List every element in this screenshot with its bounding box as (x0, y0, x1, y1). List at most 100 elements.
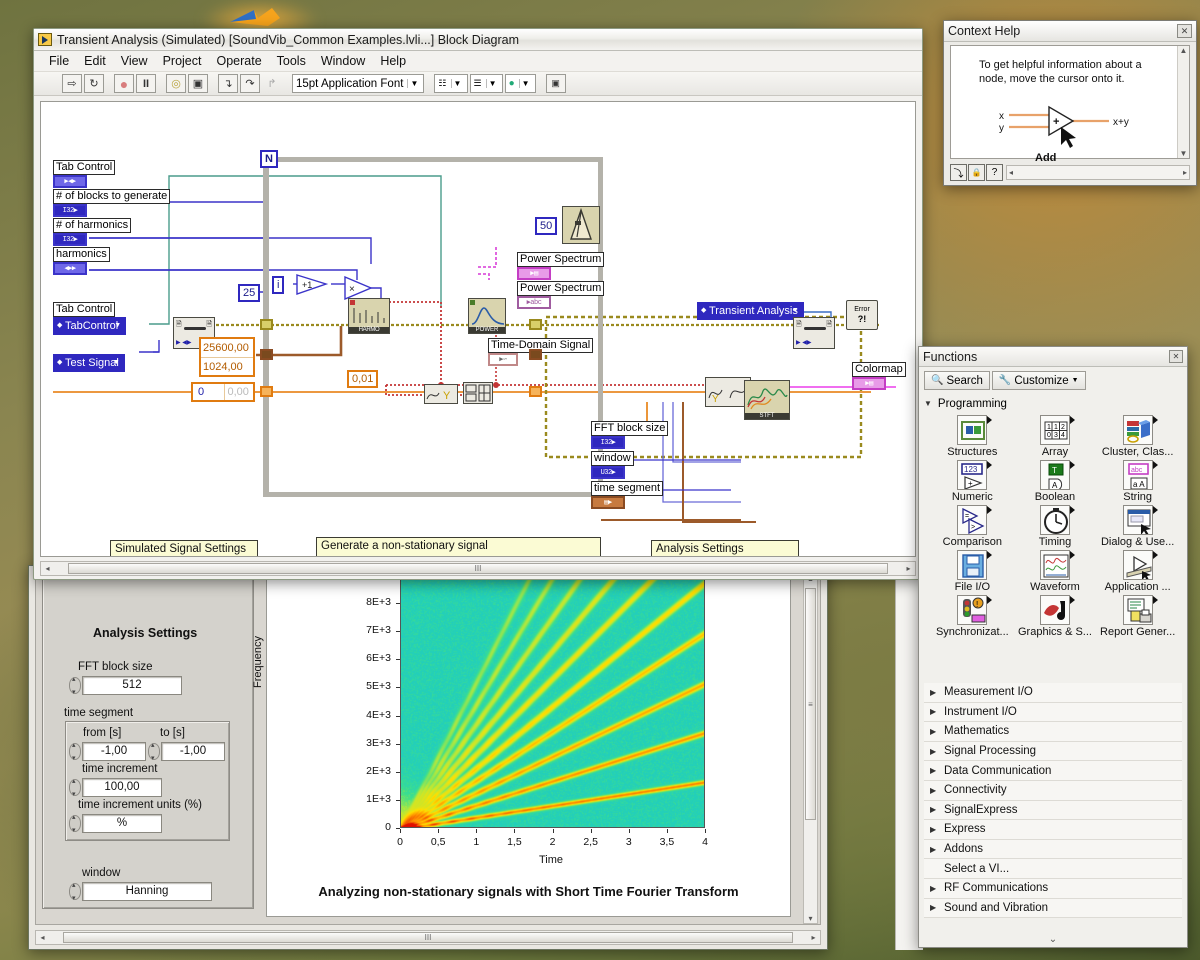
terminal-time-segment[interactable]: ▤▶ (591, 496, 625, 509)
from-seconds-field[interactable]: -1,00 (82, 742, 146, 761)
expand-triangle-icon[interactable]: ▶ (930, 747, 937, 756)
constant-zero-dbl[interactable]: 0,00 (223, 384, 254, 400)
expand-triangle-icon[interactable]: ▶ (930, 688, 937, 697)
power-spectrum-node[interactable]: POWER (468, 298, 506, 334)
scrollbar-thumb[interactable]: ≡ (805, 588, 816, 820)
palette-item-waveform[interactable]: Waveform (1014, 550, 1097, 593)
palette-item-file-i-o[interactable]: File I/O (931, 550, 1014, 593)
terminal-num-harmonics[interactable]: I32▶ (53, 233, 87, 246)
functions-palette-window[interactable]: Functions ✕ 🔍 Search 🔧 Customize ▼ ▼ Pro… (918, 346, 1188, 948)
block-diagram-horizontal-scrollbar[interactable]: ◂ III ▸ (40, 561, 916, 576)
context-help-footer[interactable]: ⤵ 🔒 ? ◂ ▸ (950, 163, 1190, 181)
ch-scroll-up-arrow[interactable]: ▲ (1178, 46, 1189, 55)
functions-palette-titlebar[interactable]: Functions ✕ (919, 347, 1187, 367)
block-diagram-titlebar[interactable]: Transient Analysis (Simulated) [SoundVib… (34, 29, 922, 51)
multiply-node[interactable]: × (344, 275, 374, 301)
comment-generate-nonstationary[interactable]: Generate a non-stationary signal (316, 537, 601, 556)
palette-category-select-a-vi[interactable]: Select a VI... (924, 859, 1182, 879)
loop-tunnel-cluster-right[interactable] (529, 349, 542, 360)
expand-triangle-icon[interactable]: ▶ (930, 707, 937, 716)
retain-wire-values-button[interactable]: ▣ (188, 74, 208, 93)
transient-analysis-ring[interactable]: Transient Analysis (697, 302, 804, 320)
palette-category-data-communication[interactable]: ▶ Data Communication (924, 761, 1182, 781)
palette-item-numeric[interactable]: 123 + Numeric (931, 460, 1014, 503)
time-increment-field[interactable]: 100,00 (82, 778, 162, 797)
tool-bar[interactable]: ⇨ ↻ ● II ◎ ▣ ↴ ↷ ↱ 15pt Application Font… (34, 72, 922, 96)
palette-item-synchronizat[interactable]: ! Synchronizat... (931, 595, 1014, 638)
time-increment-units-spinner[interactable] (69, 813, 81, 834)
menu-help[interactable]: Help (373, 52, 413, 70)
functions-palette-category-list[interactable]: ▶ Measurement I/O ▶ Instrument I/O ▶ Mathemat… (924, 683, 1182, 919)
loop-tunnel-orange-right[interactable] (529, 386, 542, 397)
increment-node[interactable]: +1 (296, 274, 330, 295)
wait-metronome-node[interactable] (562, 206, 600, 244)
loop-tunnel-dynamic-right[interactable] (529, 319, 542, 330)
expand-palette-chevron-icon[interactable]: ⌄ (919, 934, 1187, 945)
plot-area[interactable] (400, 575, 705, 828)
highlight-execution-button[interactable]: ◎ (166, 74, 186, 93)
menu-bar[interactable]: File Edit View Project Operate Tools Win… (34, 51, 922, 72)
loop-tunnel-cluster-left[interactable] (260, 349, 273, 360)
expand-triangle-icon[interactable]: ▶ (930, 884, 937, 893)
window-spinner[interactable] (69, 881, 81, 902)
fft-block-size-spinner[interactable] (69, 675, 81, 696)
fp-scroll-left-arrow[interactable]: ◂ (36, 933, 49, 942)
front-panel-vertical-scrollbar[interactable]: ▴ ≡ ▾ (803, 573, 818, 924)
palette-item-dialog-use[interactable]: Dialog & Use... (1096, 505, 1179, 548)
chevron-down-icon[interactable]: ▼ (1072, 377, 1079, 384)
clean-up-diagram-button[interactable]: ▣ (545, 74, 566, 93)
constant-zero-int[interactable]: 0 (193, 384, 224, 400)
close-icon[interactable]: ✕ (1177, 24, 1192, 38)
context-help-horizontal-scrollbar[interactable]: ◂ ▸ (1006, 164, 1190, 180)
comment-simulated-signal-settings[interactable]: Simulated Signal Settings (110, 540, 258, 556)
palette-category-express[interactable]: ▶ Express (924, 820, 1182, 840)
palette-item-string[interactable]: abc a A String (1096, 460, 1179, 503)
terminal-window[interactable]: U32▶ (591, 466, 625, 479)
tab-control-reference[interactable]: TabControl (53, 317, 127, 335)
functions-palette-tabs[interactable]: 🔍 Search 🔧 Customize ▼ (924, 371, 1182, 391)
build-array-node[interactable] (463, 382, 493, 404)
fft-block-size-field[interactable]: 512 (82, 676, 182, 695)
spectrogram-graph[interactable]: Frequency 0 1E+3 2E+3 3E+3 4E+3 5E+3 6E+3 7E+3 8… (252, 573, 791, 917)
block-diagram-window[interactable]: Transient Analysis (Simulated) [SoundVib… (33, 28, 923, 580)
palette-item-boolean[interactable]: T A Boolean (1014, 460, 1097, 503)
menu-operate[interactable]: Operate (209, 52, 268, 70)
functions-palette-grid[interactable]: Structures 1 1 2 0 3 4 Array Cluster, Clas... 123… (931, 415, 1179, 638)
menu-edit[interactable]: Edit (77, 52, 113, 70)
align-chevron-icon[interactable]: ▼ (450, 79, 464, 88)
block-diagram-canvas[interactable]: Tab Control ▶◀▶ # of blocks to generate … (40, 101, 916, 557)
search-tab[interactable]: 🔍 Search (924, 371, 990, 390)
expand-triangle-icon[interactable]: ▶ (930, 805, 937, 814)
distribute-chevron-icon[interactable]: ▼ (485, 79, 499, 88)
palette-category-rf-communications[interactable]: ▶ RF Communications (924, 878, 1182, 899)
programming-section-header[interactable]: ▼ Programming (924, 395, 1182, 412)
bd-scroll-thumb[interactable]: III (68, 563, 888, 574)
menu-project[interactable]: Project (156, 52, 209, 70)
ch-scroll-down-arrow[interactable]: ▼ (1178, 149, 1189, 158)
comment-analysis-settings[interactable]: Analysis Settings (651, 540, 799, 556)
time-increment-units-field[interactable]: % (82, 814, 162, 833)
expand-triangle-icon[interactable]: ▶ (930, 825, 937, 834)
error-handler-node[interactable]: Error ?! (846, 300, 878, 330)
palette-category-mathematics[interactable]: ▶ Mathematics (924, 722, 1182, 742)
palette-item-array[interactable]: 1 1 2 0 3 4 Array (1014, 415, 1097, 458)
reorder-chevron-icon[interactable]: ▼ (518, 79, 532, 88)
terminal-tab-control-1[interactable]: ▶◀▶ (53, 175, 87, 188)
menu-window[interactable]: Window (314, 52, 372, 70)
ch-hscroll-left-arrow[interactable]: ◂ (1009, 168, 1013, 177)
harmonic-generator-node[interactable]: HARMO (348, 298, 390, 334)
palette-item-timing[interactable]: Timing (1014, 505, 1097, 548)
terminal-fft-block-size[interactable]: I32▶ (591, 436, 625, 449)
align-objects-button[interactable]: ☷ ▼ (434, 74, 468, 93)
terminal-blocks-to-generate[interactable]: I32▶ (53, 204, 87, 217)
palette-item-graphics-s[interactable]: Graphics & S... (1014, 595, 1097, 638)
fp-scroll-right-arrow[interactable]: ▸ (807, 933, 820, 942)
front-panel-window[interactable]: Analysis Settings FFT block size 512 tim… (28, 565, 828, 950)
palette-item-comparison[interactable]: = > Comparison (931, 505, 1014, 548)
for-loop-structure[interactable] (263, 157, 603, 497)
fp-scroll-thumb[interactable]: III (63, 932, 793, 943)
menu-view[interactable]: View (114, 52, 155, 70)
bd-scroll-left-arrow[interactable]: ◂ (41, 564, 54, 573)
zero-cluster[interactable]: 0 0,00 (191, 382, 255, 402)
terminal-power-spectrum-cluster[interactable]: ▶abc (517, 296, 551, 309)
